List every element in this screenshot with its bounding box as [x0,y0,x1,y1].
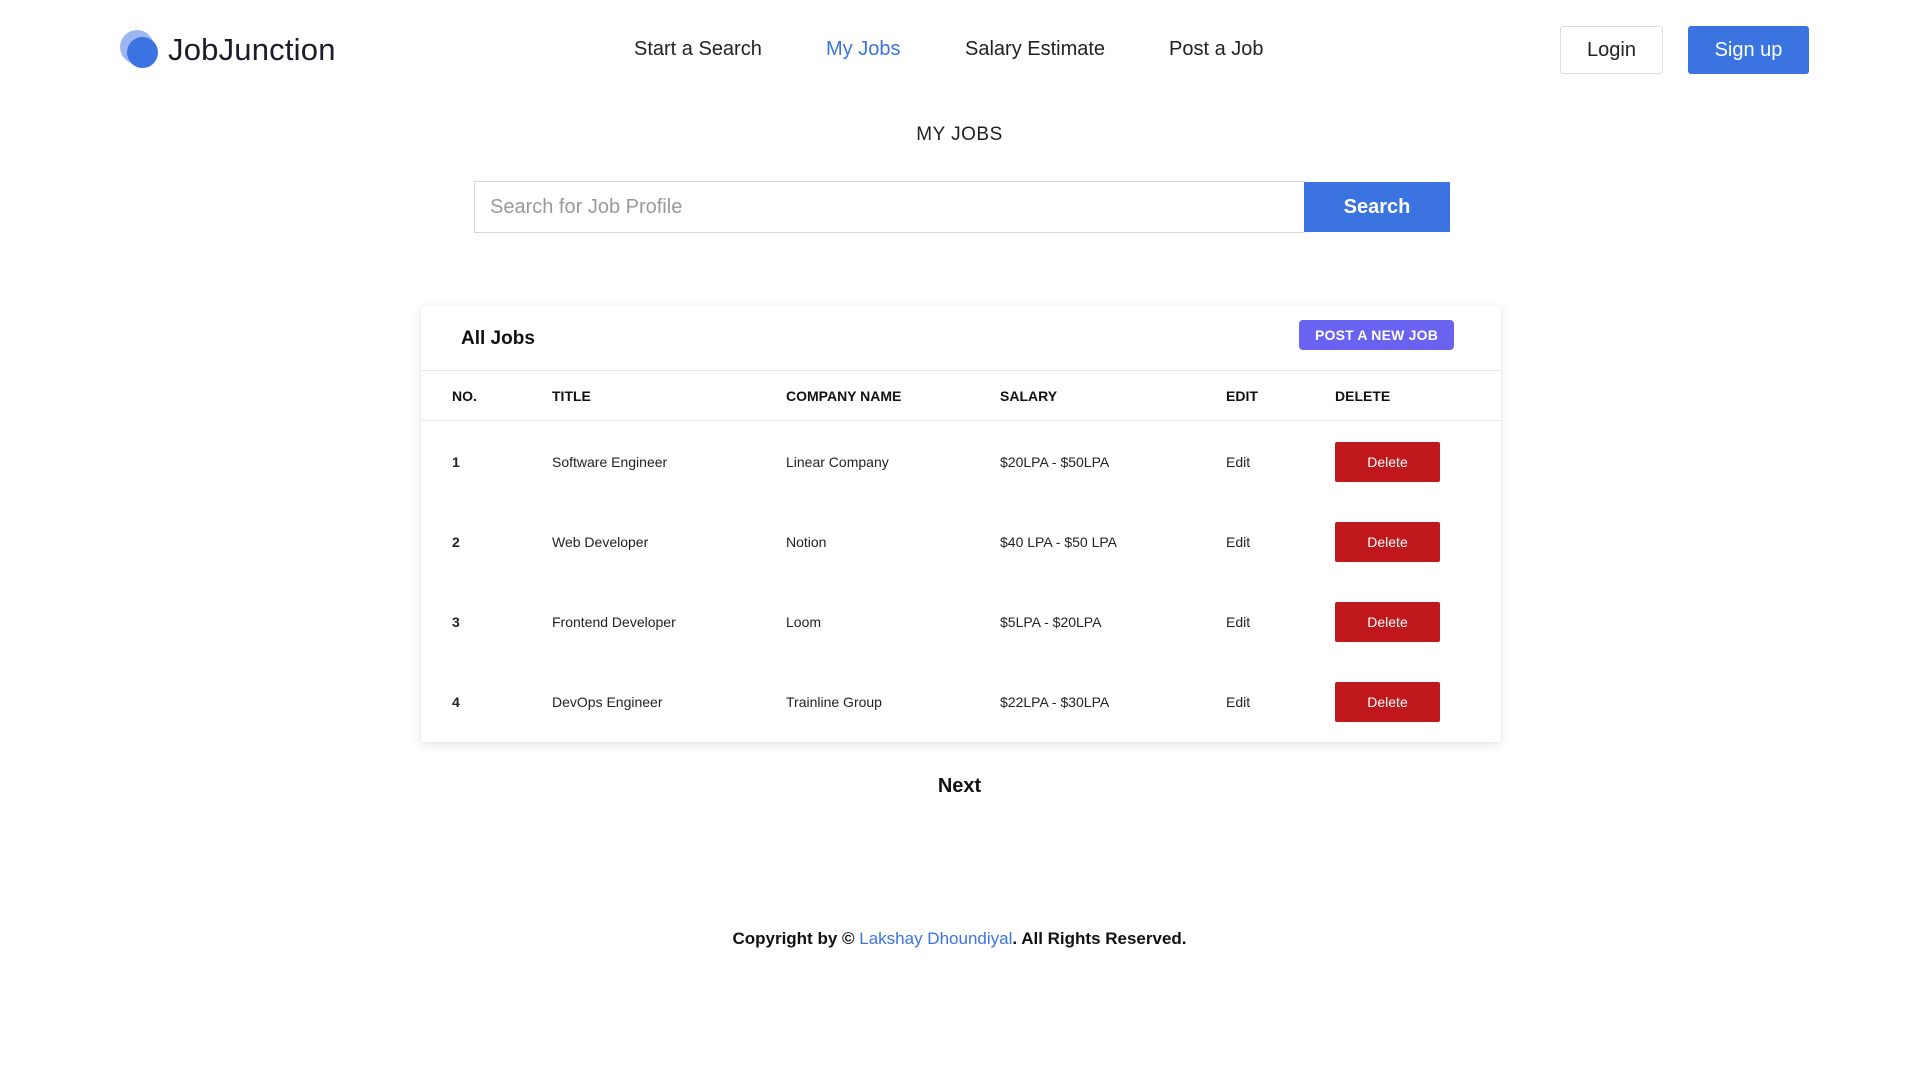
search-button[interactable]: Search [1304,182,1450,232]
delete-button[interactable]: Delete [1335,682,1440,722]
row-company: Linear Company [786,454,889,470]
nav-post-a-job[interactable]: Post a Job [1169,38,1264,61]
footer-suffix: . All Rights Reserved. [1012,929,1187,948]
table-row: 3 Frontend Developer Loom $5LPA - $20LPA… [421,582,1501,662]
table-row: 1 Software Engineer Linear Company $20LP… [421,422,1501,502]
table-row: 4 DevOps Engineer Trainline Group $22LPA… [421,662,1501,742]
page-title: MY JOBS [916,124,1003,145]
header-divider [421,370,1501,371]
next-page-link[interactable]: Next [938,775,981,797]
column-header-salary: SALARY [1000,388,1058,404]
search-input[interactable] [475,182,1304,232]
pagination: Next [0,775,1919,798]
edit-link[interactable]: Edit [1226,454,1250,470]
card-title: All Jobs [461,328,535,349]
row-number: 2 [452,534,460,550]
footer-prefix: Copyright by © [732,929,860,948]
post-new-job-button[interactable]: POST A NEW JOB [1299,320,1454,350]
row-salary: $5LPA - $20LPA [1000,614,1102,630]
row-title: DevOps Engineer [552,694,663,710]
edit-link[interactable]: Edit [1226,694,1250,710]
row-salary: $40 LPA - $50 LPA [1000,534,1118,550]
row-title: Frontend Developer [552,614,676,630]
row-title: Software Engineer [552,454,668,470]
column-header-delete: DELETE [1335,388,1391,404]
row-title: Web Developer [552,534,649,550]
row-number: 1 [452,454,460,470]
footer-author-link[interactable]: Lakshay Dhoundiyal [859,929,1012,948]
table-row: 2 Web Developer Notion $40 LPA - $50 LPA… [421,502,1501,582]
delete-button[interactable]: Delete [1335,602,1440,642]
edit-link[interactable]: Edit [1226,614,1250,630]
row-company: Notion [786,534,827,550]
search-field [474,181,1305,233]
column-header-title: TITLE [552,388,591,404]
login-button[interactable]: Login [1560,26,1663,74]
row-number: 4 [452,694,460,710]
delete-button[interactable]: Delete [1335,442,1440,482]
edit-link[interactable]: Edit [1226,534,1250,550]
delete-button[interactable]: Delete [1335,522,1440,562]
row-number: 3 [452,614,460,630]
column-header-company: COMPANY NAME [786,388,902,404]
nav-my-jobs[interactable]: My Jobs [826,38,900,61]
nav-start-a-search[interactable]: Start a Search [634,38,762,61]
column-header-edit: EDIT [1226,388,1258,404]
row-company: Trainline Group [786,694,882,710]
footer-copyright: Copyright by © Lakshay Dhoundiyal. All R… [0,929,1919,949]
row-company: Loom [786,614,822,630]
signup-button[interactable]: Sign up [1688,26,1809,74]
row-salary: $22LPA - $30LPA [1000,694,1110,710]
table-header-divider [421,420,1501,421]
row-salary: $20LPA - $50LPA [1000,454,1110,470]
nav-salary-estimate[interactable]: Salary Estimate [965,38,1105,61]
jobs-table-card: All Jobs POST A NEW JOB NO. TITLE COMPAN… [421,306,1501,742]
column-header-no: NO. [452,388,477,404]
